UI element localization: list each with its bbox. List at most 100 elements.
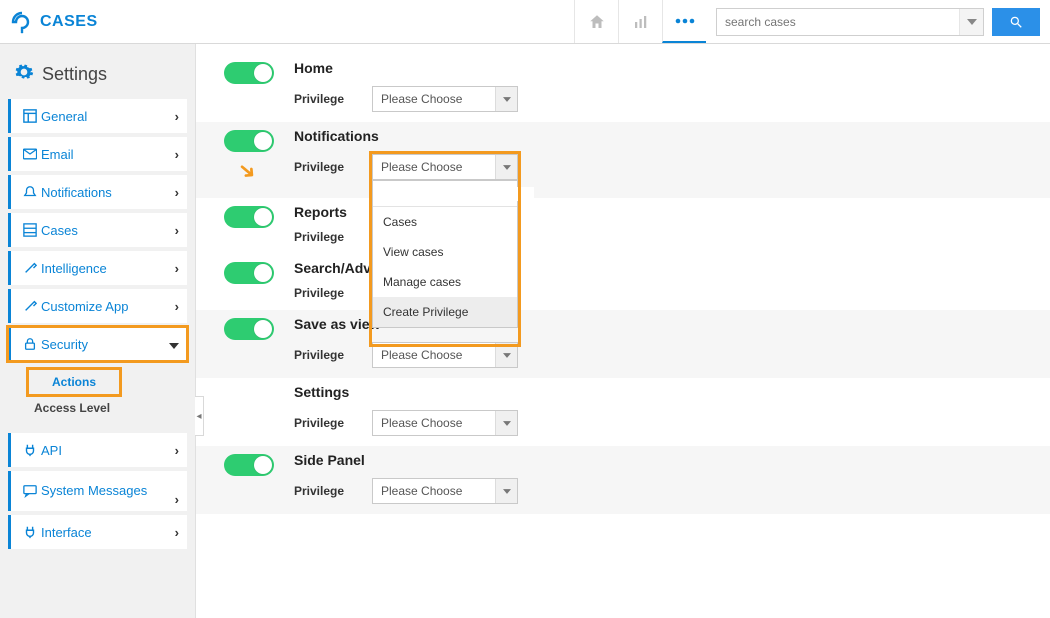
topbar: CASES <box>0 0 1050 44</box>
toggle-search[interactable] <box>224 262 274 284</box>
nav-item-security[interactable]: Security <box>8 327 187 361</box>
privilege-select-side-panel[interactable]: Please Choose <box>372 478 518 504</box>
brand: CASES <box>10 10 98 34</box>
bell-icon <box>19 185 41 199</box>
toggle-save-as-view[interactable] <box>224 318 274 340</box>
collapse-handle[interactable]: ◂ <box>195 396 204 436</box>
brand-text: CASES <box>40 13 98 31</box>
dropdown-option[interactable]: View cases <box>373 237 517 267</box>
tools-icon <box>19 261 41 275</box>
chevron-down-icon <box>495 87 517 111</box>
select-value: Please Choose <box>373 348 495 362</box>
dropdown-search[interactable] <box>373 181 517 207</box>
dropdown-option[interactable]: Cases <box>373 207 517 237</box>
chevron-down-icon <box>495 155 517 179</box>
nav-item-general[interactable]: General › <box>8 99 187 133</box>
chevron-right-icon: › <box>175 185 179 200</box>
section-home: Home Privilege Please Choose <box>196 54 1050 122</box>
sidebar: Settings General › Email › Notifications… <box>0 44 196 618</box>
toggle-notifications[interactable] <box>224 130 274 152</box>
more-icon[interactable] <box>662 0 706 43</box>
section-search: Search/Advanced search Privilege <box>196 254 1050 310</box>
select-value: Please Choose <box>373 160 495 174</box>
nav-item-notifications[interactable]: Notifications › <box>8 175 187 209</box>
privilege-label: Privilege <box>294 286 346 300</box>
nav-label: API <box>41 443 175 458</box>
select-value: Please Choose <box>373 484 495 498</box>
nav-label: Notifications <box>41 185 175 200</box>
nav-item-interface[interactable]: Interface › <box>8 515 187 549</box>
nav-label: Interface <box>41 525 175 540</box>
sidebar-heading: Settings <box>8 62 187 99</box>
plug-icon <box>19 525 41 539</box>
home-icon[interactable] <box>574 0 618 43</box>
privilege-select-save[interactable]: Please Choose <box>372 342 518 368</box>
search-button[interactable] <box>992 8 1040 36</box>
nav-item-cases[interactable]: Cases › <box>8 213 187 247</box>
nav-item-api[interactable]: API › <box>8 433 187 467</box>
privilege-select-notifications[interactable]: Please Choose <box>372 154 518 180</box>
privilege-label: Privilege <box>294 230 346 244</box>
section-title: Settings <box>294 384 1050 400</box>
section-settings: Settings Privilege Please Choose <box>196 378 1050 446</box>
toggle-side-panel[interactable] <box>224 454 274 476</box>
nav-item-email[interactable]: Email › <box>8 137 187 171</box>
grid-icon <box>19 223 41 237</box>
lock-icon <box>19 337 41 351</box>
nav-label: General <box>41 109 175 124</box>
chevron-right-icon: › <box>175 261 179 276</box>
privilege-select-settings[interactable]: Please Choose <box>372 410 518 436</box>
section-save-as-view: Save as view Privilege Please Choose <box>196 310 1050 378</box>
sidebar-heading-text: Settings <box>42 64 107 85</box>
chevron-left-icon: ◂ <box>196 411 201 422</box>
toggle-reports[interactable] <box>224 206 274 228</box>
section-side-panel: Side Panel Privilege Please Choose <box>196 446 1050 514</box>
subnav-actions[interactable]: Actions <box>28 369 120 395</box>
dropdown-option[interactable]: Manage cases <box>373 267 517 297</box>
annotation-arrow-icon: ➜ <box>232 155 263 187</box>
tools-icon <box>19 299 41 313</box>
chevron-right-icon: › <box>175 299 179 314</box>
message-icon <box>19 484 41 498</box>
chevron-down-icon <box>495 343 517 367</box>
chevron-right-icon: › <box>175 109 179 124</box>
stats-icon[interactable] <box>618 0 662 43</box>
nav-item-system-messages[interactable]: System Messages › <box>8 471 187 511</box>
nav-item-customize-app[interactable]: Customize App › <box>8 289 187 323</box>
chevron-right-icon: › <box>175 223 179 238</box>
chevron-right-icon: › <box>175 525 179 540</box>
search-input[interactable] <box>717 15 959 29</box>
section-reports: Reports Privilege <box>196 198 1050 254</box>
toggle-home[interactable] <box>224 62 274 84</box>
nav-label: Email <box>41 147 175 162</box>
gear-icon <box>14 62 34 87</box>
plug-icon <box>19 443 41 457</box>
chevron-right-icon: › <box>175 147 179 162</box>
chevron-down-icon <box>495 411 517 435</box>
nav-label: System Messages <box>41 484 179 498</box>
privilege-label: Privilege <box>294 160 346 174</box>
privilege-label: Privilege <box>294 348 346 362</box>
main-content: Home Privilege Please Choose ➜ Notificat… <box>196 44 1050 618</box>
nav-label: Cases <box>41 223 175 238</box>
privilege-label: Privilege <box>294 484 346 498</box>
search-box[interactable] <box>716 8 984 36</box>
select-value: Please Choose <box>373 416 495 430</box>
nav-item-intelligence[interactable]: Intelligence › <box>8 251 187 285</box>
security-subnav: Actions Access Level <box>8 365 187 429</box>
top-icons <box>574 0 706 43</box>
privilege-label: Privilege <box>294 416 346 430</box>
section-title: Notifications <box>294 128 1050 144</box>
section-title: Home <box>294 60 1050 76</box>
privilege-select-home[interactable]: Please Choose <box>372 86 518 112</box>
subnav-access-level[interactable]: Access Level <box>28 395 187 421</box>
dropdown-option-create-privilege[interactable]: Create Privilege <box>373 297 517 327</box>
nav-list: General › Email › Notifications › Cases … <box>8 99 187 549</box>
dropdown-search-input[interactable] <box>379 187 534 201</box>
layout-icon <box>19 109 41 123</box>
section-title: Side Panel <box>294 452 1050 468</box>
search-dropdown-icon[interactable] <box>959 9 983 35</box>
chevron-down-icon <box>495 479 517 503</box>
privilege-dropdown-panel: Cases View cases Manage cases Create Pri… <box>372 180 518 328</box>
chevron-down-icon <box>169 337 179 352</box>
